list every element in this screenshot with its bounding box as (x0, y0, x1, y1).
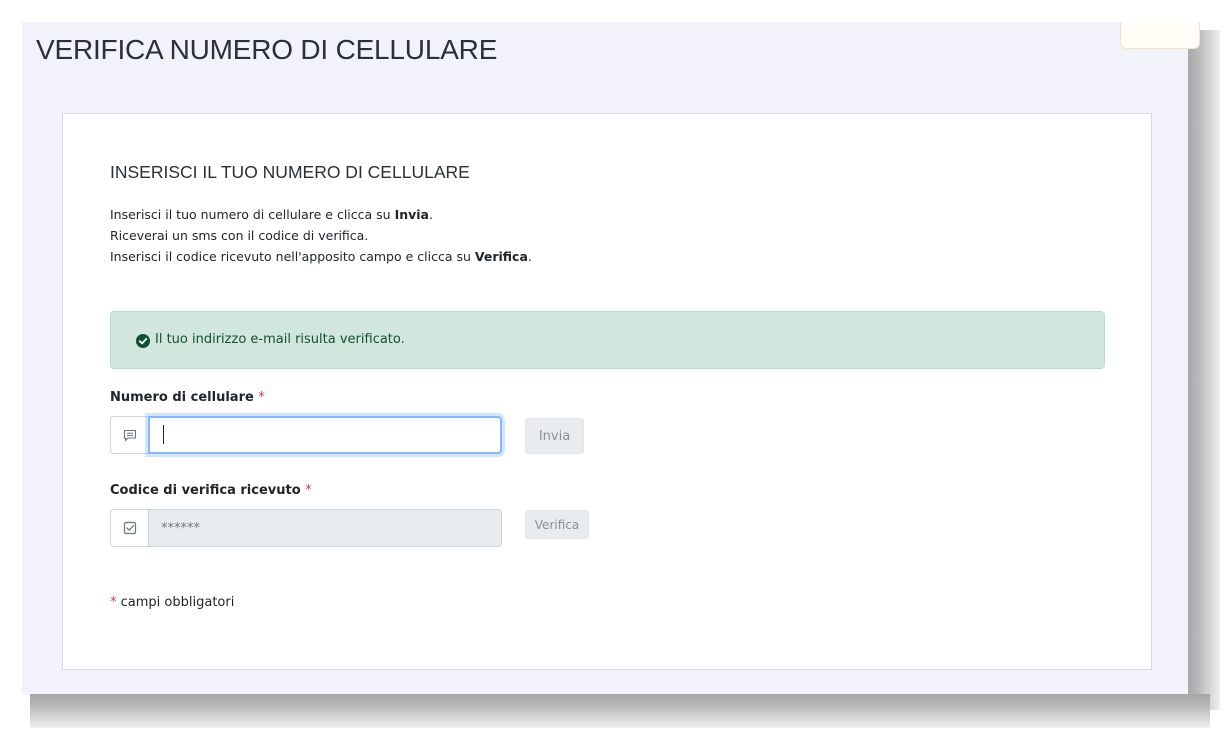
code-input-group (110, 509, 502, 547)
phone-number-label-text: Numero di cellulare (110, 390, 254, 405)
required-fields-text: campi obbligatori (120, 595, 235, 610)
email-verified-alert: Il tuo indirizzo e-mail risulta verifica… (110, 311, 1105, 369)
page-shadow-right (1188, 30, 1220, 710)
section-title: INSERISCI IL TUO NUMERO DI CELLULARE (110, 162, 470, 182)
instruction-line-1-text: Inserisci il tuo numero di cellulare e c… (110, 207, 395, 222)
page-title: VERIFICA NUMERO DI CELLULARE (36, 34, 498, 65)
phone-input-group (110, 416, 502, 454)
phone-number-label: Numero di cellulare * (110, 390, 265, 405)
required-asterisk: * (110, 595, 117, 610)
check-circle-icon (136, 334, 150, 348)
alert-text: Il tuo indirizzo e-mail risulta verifica… (155, 332, 405, 347)
verification-code-label-text: Codice di verifica ricevuto (110, 483, 301, 498)
instruction-invia-bold: Invia (394, 207, 429, 222)
verification-code-label: Codice di verifica ricevuto * (110, 483, 312, 498)
verifica-button[interactable]: Verifica (525, 510, 589, 539)
instruction-verifica-bold: Verifica (474, 249, 528, 264)
instruction-line-3-text: Inserisci il codice ricevuto nell'apposi… (110, 249, 475, 264)
invia-button[interactable]: Invia (525, 418, 584, 454)
checkbox-icon (110, 509, 148, 547)
page-shadow-bottom (30, 694, 1210, 728)
instructions: Inserisci il tuo numero di cellulare e c… (110, 204, 532, 267)
verification-code-input[interactable] (148, 509, 502, 547)
required-asterisk: * (305, 483, 312, 498)
instruction-line-1-end: . (428, 207, 433, 222)
instruction-line-3: Inserisci il codice ricevuto nell'apposi… (110, 246, 532, 267)
top-right-tab[interactable] (1120, 22, 1200, 49)
required-fields-note: * campi obbligatori (110, 595, 234, 610)
instruction-line-3-end: . (527, 249, 532, 264)
text-caret (163, 425, 164, 444)
phone-number-input[interactable] (148, 416, 502, 454)
message-icon (110, 416, 148, 454)
instruction-line-1: Inserisci il tuo numero di cellulare e c… (110, 204, 532, 225)
required-asterisk: * (258, 390, 265, 405)
instruction-line-2: Riceverai un sms con il codice di verifi… (110, 228, 369, 243)
